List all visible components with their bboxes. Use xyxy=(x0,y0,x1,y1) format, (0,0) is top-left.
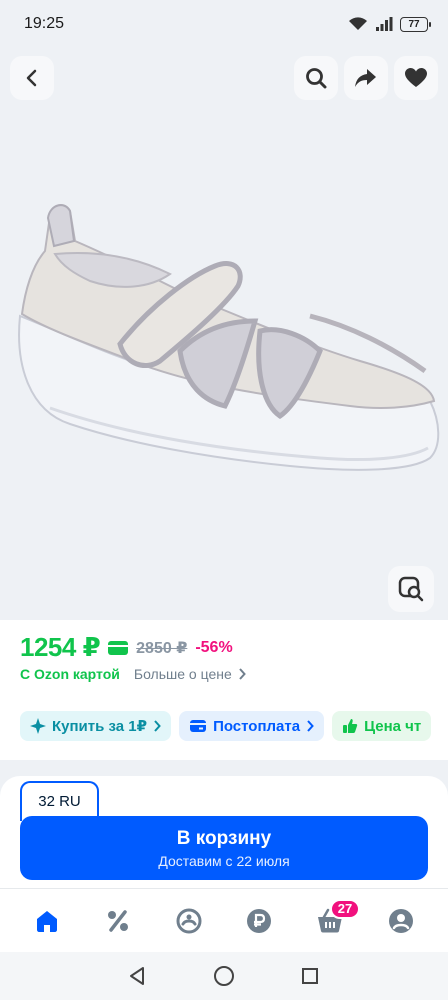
discount-badge: -56% xyxy=(195,638,233,656)
promo-chips: Купить за 1₽ Постоплата Цена чт xyxy=(20,711,432,741)
price-block: 1254 ₽ 2850 ₽ -56% С Ozon картой Больше … xyxy=(0,620,448,760)
recents-square-icon[interactable] xyxy=(300,966,320,986)
system-nav-bar xyxy=(0,952,448,1000)
tab-finance[interactable] xyxy=(239,901,279,941)
fresh-icon xyxy=(176,908,202,933)
back-button[interactable] xyxy=(10,56,54,100)
chip-price-info[interactable]: Цена чт xyxy=(332,711,432,741)
search-icon xyxy=(306,68,327,89)
product-image[interactable] xyxy=(10,196,440,526)
status-icons: 77 xyxy=(348,16,431,32)
battery-icon: 77 xyxy=(400,16,431,32)
heart-icon xyxy=(405,68,427,87)
bottom-tabbar: 27 xyxy=(0,888,448,952)
chip-buy-for-1[interactable]: Купить за 1₽ xyxy=(20,711,172,741)
wifi-icon xyxy=(349,17,367,30)
chip-label: Постоплата xyxy=(213,717,301,735)
status-bar: 19:25 77 xyxy=(0,0,448,48)
price-row: 1254 ₽ 2850 ₽ -56% xyxy=(20,632,233,663)
tab-cart[interactable]: 27 xyxy=(310,898,360,941)
status-time: 19:25 xyxy=(24,15,65,32)
back-icon xyxy=(26,69,37,87)
home-icon xyxy=(37,910,58,932)
ozon-card-label: С Ozon картой xyxy=(20,666,120,682)
favorite-button[interactable] xyxy=(394,56,438,100)
search-button[interactable] xyxy=(294,56,338,100)
tab-profile[interactable] xyxy=(381,901,421,941)
product-image-area xyxy=(0,48,448,620)
more-price-label: Больше о цене xyxy=(133,666,232,682)
chip-label: Цена чт xyxy=(364,717,422,735)
old-price: 2850 ₽ xyxy=(136,639,188,657)
current-price: 1254 ₽ xyxy=(20,632,101,662)
chip-postpay[interactable]: Постоплата xyxy=(179,711,325,741)
home-circle-icon[interactable] xyxy=(213,965,235,987)
signal-icon xyxy=(376,17,393,31)
sparkle-icon xyxy=(30,718,46,734)
price-subrow: С Ozon картой Больше о цене xyxy=(20,666,246,682)
tab-fresh[interactable] xyxy=(169,901,209,941)
percent-icon xyxy=(107,909,128,932)
share-icon xyxy=(355,69,376,87)
tab-deals[interactable] xyxy=(98,901,138,941)
thumbs-up-icon xyxy=(343,719,358,733)
delivery-date-label: Доставим с 22 июля xyxy=(158,852,290,869)
more-price-link[interactable]: Больше о цене xyxy=(134,666,246,682)
chevron-right-icon xyxy=(307,720,314,732)
image-search-icon xyxy=(398,576,424,602)
profile-icon xyxy=(388,908,413,933)
tab-home[interactable] xyxy=(27,901,67,941)
back-triangle-icon[interactable] xyxy=(128,966,148,986)
share-button[interactable] xyxy=(344,56,388,100)
card-icon xyxy=(190,720,207,732)
ozon-card-icon xyxy=(108,640,129,655)
image-search-button[interactable] xyxy=(388,566,434,612)
chevron-right-icon xyxy=(239,668,246,680)
chip-label: Купить за 1₽ xyxy=(52,718,148,735)
chevron-right-icon xyxy=(154,720,161,732)
cart-count-badge: 27 xyxy=(329,898,360,919)
add-to-cart-button[interactable]: В корзину Доставим с 22 июля xyxy=(20,816,428,880)
ruble-icon xyxy=(247,908,272,933)
size-option-selected[interactable]: 32 RU xyxy=(20,781,99,821)
add-to-cart-label: В корзину xyxy=(176,827,272,849)
